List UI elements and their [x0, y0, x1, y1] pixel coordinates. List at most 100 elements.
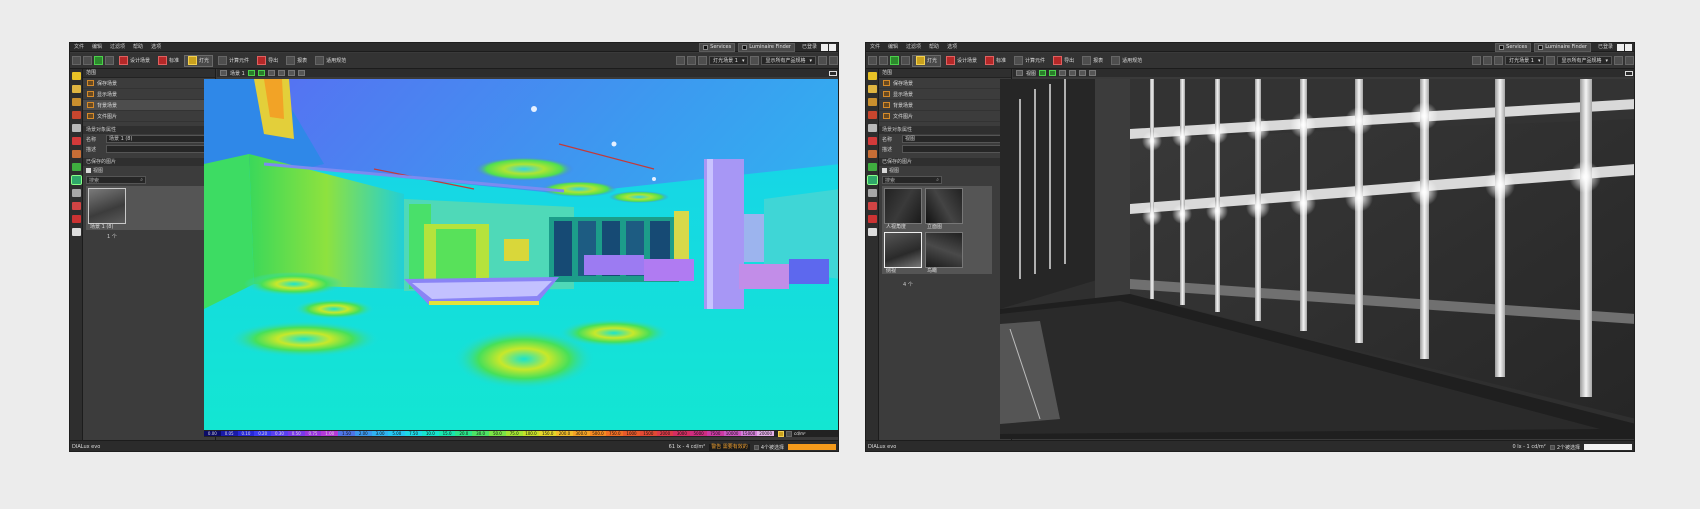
tab-export[interactable]: 导出 [1050, 55, 1077, 67]
frame-tool-icon[interactable] [868, 215, 877, 223]
view-focus-icon[interactable] [277, 70, 285, 76]
daylight-tool-icon[interactable] [868, 137, 877, 145]
save-image-tool-icon[interactable] [868, 202, 877, 210]
desc-input[interactable] [902, 145, 1008, 153]
render-tool-icon[interactable] [71, 175, 82, 185]
fullscreen-icon[interactable] [1625, 70, 1633, 76]
close-icon[interactable] [1625, 43, 1632, 51]
login-status[interactable]: 已登录 [1594, 43, 1617, 52]
light-tool-icon[interactable] [72, 72, 81, 80]
materials-tool-icon[interactable] [868, 111, 877, 119]
search-input[interactable]: 搜索 ⌕ [86, 176, 146, 184]
arrange-tool-icon[interactable] [72, 98, 81, 106]
view-camera-icon[interactable] [1016, 70, 1023, 76]
view-focus-icon[interactable] [1069, 70, 1077, 76]
menu-file[interactable]: 文件 [70, 43, 88, 52]
name-input[interactable]: 视图 [902, 135, 1008, 143]
name-input[interactable]: 场景 1 (8) [106, 135, 212, 143]
bulb-tool-icon[interactable] [72, 85, 81, 93]
tab-standard[interactable]: 标准 [982, 55, 1009, 67]
tools-icon[interactable] [1483, 56, 1493, 65]
filter-select[interactable]: 显示所有产品规格 ▾ [1557, 56, 1612, 65]
flag-icon[interactable] [890, 56, 899, 65]
view-3d-icon[interactable] [1039, 70, 1047, 76]
tab-report[interactable]: 报表 [283, 55, 310, 67]
layer-row[interactable]: 文件图片 [879, 111, 1011, 122]
more-tool-icon[interactable] [868, 228, 877, 236]
desc-input[interactable] [106, 145, 212, 153]
legend-color-icon[interactable] [778, 430, 784, 437]
menu-filter[interactable]: 过滤项 [106, 43, 129, 52]
measure-tool-icon[interactable] [868, 124, 877, 132]
undo-icon[interactable] [105, 56, 114, 65]
close-x-icon[interactable] [698, 56, 708, 65]
luminaire-finder-button[interactable]: Luminaire Finder [1534, 43, 1591, 52]
tab-light[interactable]: 灯光 [184, 54, 214, 67]
view-grid-icon[interactable] [287, 70, 295, 76]
tools-icon[interactable] [687, 56, 697, 65]
minimize-icon[interactable] [821, 43, 828, 51]
more-tool-icon[interactable] [72, 228, 81, 236]
close-x-icon[interactable] [1494, 56, 1504, 65]
arrange-tool-icon[interactable] [868, 98, 877, 106]
daylight-tool-icon[interactable] [72, 137, 81, 145]
settings-icon[interactable] [676, 56, 686, 65]
back-icon[interactable] [868, 56, 877, 65]
facade-render-viewport[interactable] [1000, 79, 1634, 439]
filter-select[interactable]: 显示所有产品规格 ▾ [761, 56, 816, 65]
menu-filter[interactable]: 过滤项 [902, 43, 925, 52]
light-scene-select[interactable]: 灯光场景 1 ▾ [709, 56, 749, 65]
menu-edit[interactable]: 编辑 [884, 43, 902, 52]
settings-icon[interactable] [1472, 56, 1482, 65]
help-icon[interactable] [1625, 56, 1634, 65]
menu-options[interactable]: 选项 [147, 43, 165, 52]
false-color-render-viewport[interactable] [204, 79, 838, 430]
wrench-tool-icon[interactable] [868, 150, 877, 158]
materials-tool-icon[interactable] [72, 111, 81, 119]
close-icon[interactable] [829, 43, 836, 51]
view-grid-icon[interactable] [1079, 70, 1087, 76]
pen-icon[interactable] [818, 56, 827, 65]
view-section-icon[interactable] [1059, 70, 1067, 76]
thumbnail[interactable]: 侧视 [884, 231, 922, 274]
measure-tool-icon[interactable] [72, 124, 81, 132]
view-plan-icon[interactable] [257, 70, 265, 76]
menu-options[interactable]: 选项 [943, 43, 961, 52]
forward-icon[interactable] [83, 56, 92, 65]
login-status[interactable]: 已登录 [798, 43, 821, 52]
view-tool-icon[interactable] [72, 189, 81, 197]
wrench-tool-icon[interactable] [72, 150, 81, 158]
search-input[interactable]: 搜索 ⌕ [882, 176, 942, 184]
layer-row[interactable]: 文件图片 [83, 111, 215, 122]
pen-icon[interactable] [1614, 56, 1623, 65]
render-tool-icon[interactable] [867, 175, 878, 185]
thumbnail[interactable]: 鸟瞰 [925, 231, 963, 274]
save-image-tool-icon[interactable] [72, 202, 81, 210]
services-button[interactable]: Services [699, 43, 736, 52]
view-checkbox[interactable]: 视图 [879, 166, 1011, 174]
undo-icon[interactable] [901, 56, 910, 65]
layer-row-selected[interactable]: 背景场景↻ [83, 100, 215, 111]
light-tool-icon[interactable] [868, 72, 877, 80]
back-icon[interactable] [72, 56, 81, 65]
menu-file[interactable]: 文件 [866, 43, 884, 52]
thumbnail[interactable]: 人视角度 [884, 188, 922, 230]
layer-row[interactable]: 保存场景 [879, 78, 1011, 89]
help-icon[interactable] [829, 56, 838, 65]
view-checkbox[interactable]: 视图 [83, 166, 215, 174]
tab-report[interactable]: 报表 [1079, 55, 1106, 67]
status-warning[interactable]: 警告 需要有效的 [709, 443, 750, 451]
layer-row[interactable]: 显示场景 [83, 89, 215, 100]
view-plan-icon[interactable] [1049, 70, 1057, 76]
scene-edit-icon[interactable] [750, 56, 760, 65]
frame-tool-icon[interactable] [72, 215, 81, 223]
services-button[interactable]: Services [1495, 43, 1532, 52]
layer-row[interactable]: 背景场景 [879, 100, 1011, 111]
view-camera-icon[interactable] [220, 70, 227, 76]
legend-log-icon[interactable] [786, 430, 792, 437]
thumbnail[interactable]: 场景 1 (8) [88, 188, 126, 230]
layer-row[interactable]: 保存场景 [83, 78, 215, 89]
view-section-icon[interactable] [267, 70, 275, 76]
groups-tool-icon[interactable] [868, 163, 877, 171]
tab-design[interactable]: 设计场景 [943, 55, 980, 67]
